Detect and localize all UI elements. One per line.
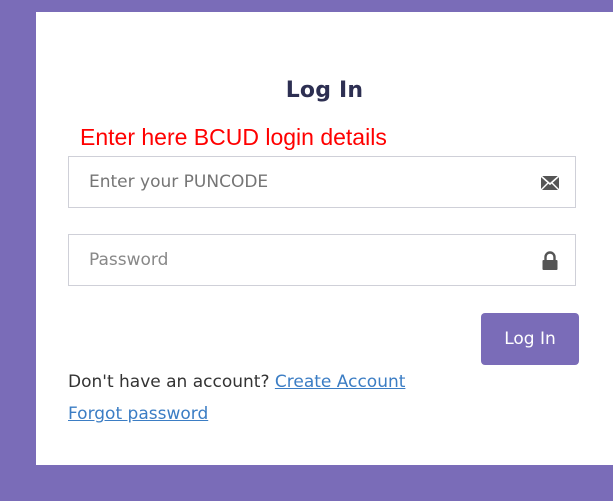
puncode-field [68, 156, 576, 208]
password-input[interactable] [69, 235, 575, 285]
lock-icon [539, 250, 561, 272]
puncode-input[interactable] [69, 157, 575, 207]
forgot-password-row: Forgot password [68, 404, 208, 424]
login-button[interactable]: Log In [481, 313, 579, 365]
annotation-text: Enter here BCUD login details [80, 124, 387, 150]
no-account-text: Don't have an account? [68, 372, 270, 392]
forgot-password-link[interactable]: Forgot password [68, 404, 208, 424]
envelope-icon [539, 172, 561, 194]
login-card: Log In Enter here BCUD login details Log… [36, 12, 613, 465]
create-account-link[interactable]: Create Account [275, 372, 406, 392]
signup-prompt: Don't have an account? Create Account [68, 372, 405, 392]
password-field [68, 234, 576, 286]
page-title: Log In [285, 78, 364, 103]
